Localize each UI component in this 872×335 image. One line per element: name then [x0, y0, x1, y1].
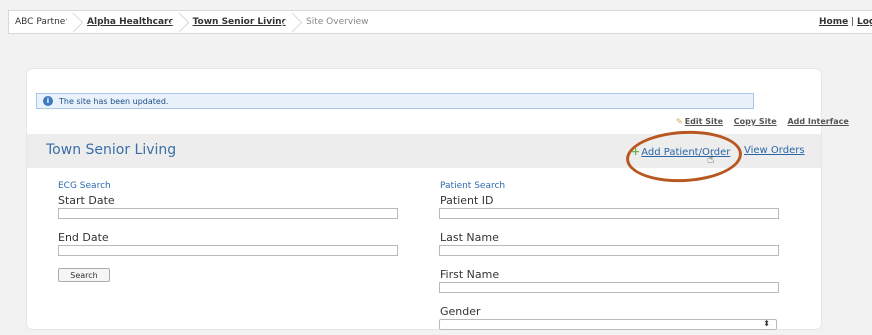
- breadcrumb: ABC Partner Alpha Healthcare Town Senior…: [8, 10, 872, 34]
- patient-id-input[interactable]: [439, 208, 779, 219]
- first-name-input[interactable]: [439, 282, 779, 293]
- patient-search-heading: Patient Search: [440, 181, 506, 191]
- last-name-label: Last Name: [440, 231, 499, 244]
- select-arrows-icon: ⬍: [763, 319, 770, 328]
- breadcrumb-company[interactable]: Alpha Healthcare: [81, 11, 187, 33]
- page-title: Town Senior Living: [46, 142, 177, 158]
- copy-site-link[interactable]: Copy Site: [734, 117, 777, 126]
- gender-label: Gender: [440, 305, 481, 318]
- breadcrumb-current: Site Overview: [306, 17, 369, 27]
- end-date-input[interactable]: [58, 245, 398, 256]
- alert-message: The site has been updated.: [59, 96, 169, 106]
- first-name-label: First Name: [440, 268, 500, 281]
- top-links: Home | Logou: [819, 17, 872, 27]
- gender-select[interactable]: ⬍: [439, 319, 777, 330]
- breadcrumb-partner[interactable]: ABC Partner: [9, 11, 81, 33]
- edit-site-link[interactable]: Edit Site: [685, 117, 723, 126]
- pencil-icon: ✎: [676, 117, 683, 126]
- logout-link[interactable]: Logou: [857, 17, 872, 27]
- start-date-input[interactable]: [58, 208, 398, 219]
- info-icon: i: [43, 96, 53, 106]
- last-name-input[interactable]: [439, 245, 779, 256]
- add-interface-link[interactable]: Add Interface: [787, 117, 848, 126]
- patient-id-label: Patient ID: [440, 194, 494, 207]
- view-orders-link[interactable]: View Orders: [744, 145, 805, 156]
- breadcrumb-site[interactable]: Town Senior Living: [187, 11, 300, 33]
- search-button[interactable]: Search: [58, 268, 110, 282]
- start-date-label: Start Date: [58, 194, 115, 207]
- site-actions: ✎ Edit Site Copy Site Add Interface: [676, 117, 849, 126]
- home-link[interactable]: Home: [819, 17, 848, 27]
- ecg-search-heading: ECG Search: [58, 181, 111, 191]
- top-links-separator: |: [851, 17, 855, 27]
- update-alert: i The site has been updated.: [36, 93, 754, 109]
- end-date-label: End Date: [58, 231, 109, 244]
